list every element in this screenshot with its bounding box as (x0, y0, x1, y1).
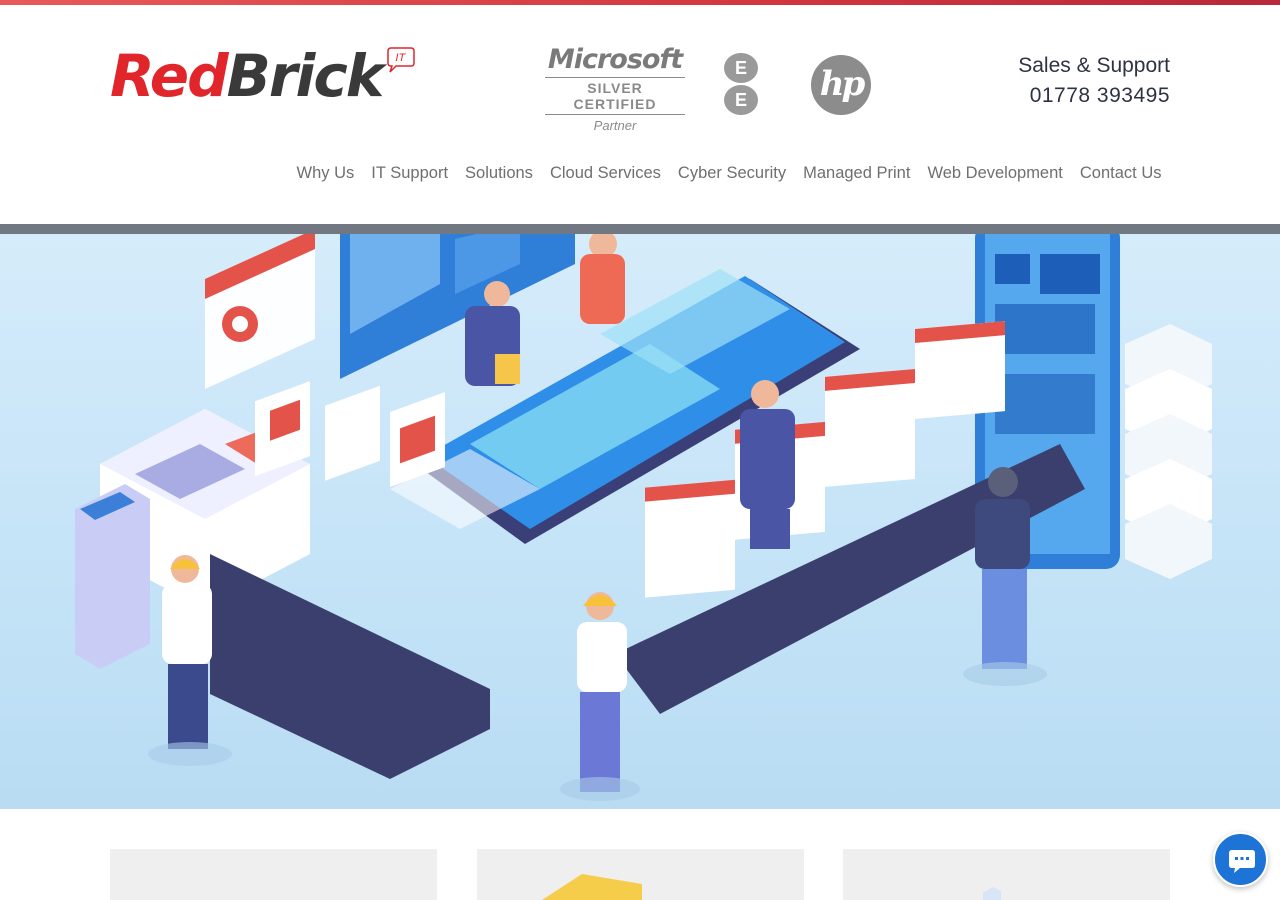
nav-item-cloud-services[interactable]: Cloud Services (541, 161, 669, 185)
ee-logo: E E (724, 53, 760, 115)
feature-icon-2 (542, 874, 642, 900)
chat-bubble-icon (1229, 850, 1255, 873)
feature-card-1[interactable] (110, 849, 437, 900)
microsoft-level: SILVER CERTIFIED (573, 80, 657, 112)
hero-illustration (0, 224, 1280, 809)
microsoft-name: Microsoft (547, 44, 683, 75)
contact-label: Sales & Support (1018, 54, 1170, 77)
nav-item-solutions[interactable]: Solutions (457, 161, 542, 185)
logo-text-dark: Brick (226, 42, 385, 110)
feature-icon-1 (250, 889, 300, 900)
site-header: Red Brick IT Microsoft SILVER CERTIFIED … (0, 5, 1280, 224)
browser-window-illustration (205, 229, 315, 389)
microsoft-divider (545, 77, 685, 78)
stacked-blocks-illustration (1125, 324, 1212, 579)
nav-item-web-development[interactable]: Web Development (919, 161, 1071, 185)
nav-item-managed-print[interactable]: Managed Print (795, 161, 919, 185)
live-chat-button[interactable] (1213, 832, 1268, 887)
contact-phone[interactable]: 01778 393495 (1018, 81, 1170, 111)
hero-illustration-svg (75, 224, 1212, 801)
nav-item-it-support[interactable]: IT Support (363, 161, 457, 185)
ee-letter-top: E (724, 53, 758, 83)
blue-dashboard-illustration (340, 224, 575, 379)
feature-cards (110, 849, 1170, 900)
ee-letter-bottom: E (724, 85, 758, 115)
feature-card-2[interactable] (477, 849, 804, 900)
feature-icon-3 (983, 887, 1001, 900)
microsoft-partner-logo: Microsoft SILVER CERTIFIED Partner (545, 45, 685, 135)
contact-block: Sales & Support 01778 393495 (1018, 51, 1170, 111)
hp-logo: hp (811, 55, 871, 115)
hero-top-bar (0, 224, 1280, 234)
microsoft-divider-2 (545, 114, 685, 115)
logo-badge-text: IT (395, 52, 406, 64)
nav-item-contact-us[interactable]: Contact Us (1071, 161, 1170, 185)
main-navigation: Why Us IT Support Solutions Cloud Servic… (288, 161, 1170, 185)
nav-item-why-us[interactable]: Why Us (288, 161, 363, 185)
logo-text-red: Red (110, 42, 229, 110)
nav-item-cyber-security[interactable]: Cyber Security (669, 161, 794, 185)
redbrick-logo[interactable]: Red Brick IT (110, 45, 416, 115)
feature-card-3[interactable] (843, 849, 1170, 900)
logo-it-badge: IT (386, 47, 416, 73)
microsoft-partner-text: Partner (593, 118, 637, 133)
